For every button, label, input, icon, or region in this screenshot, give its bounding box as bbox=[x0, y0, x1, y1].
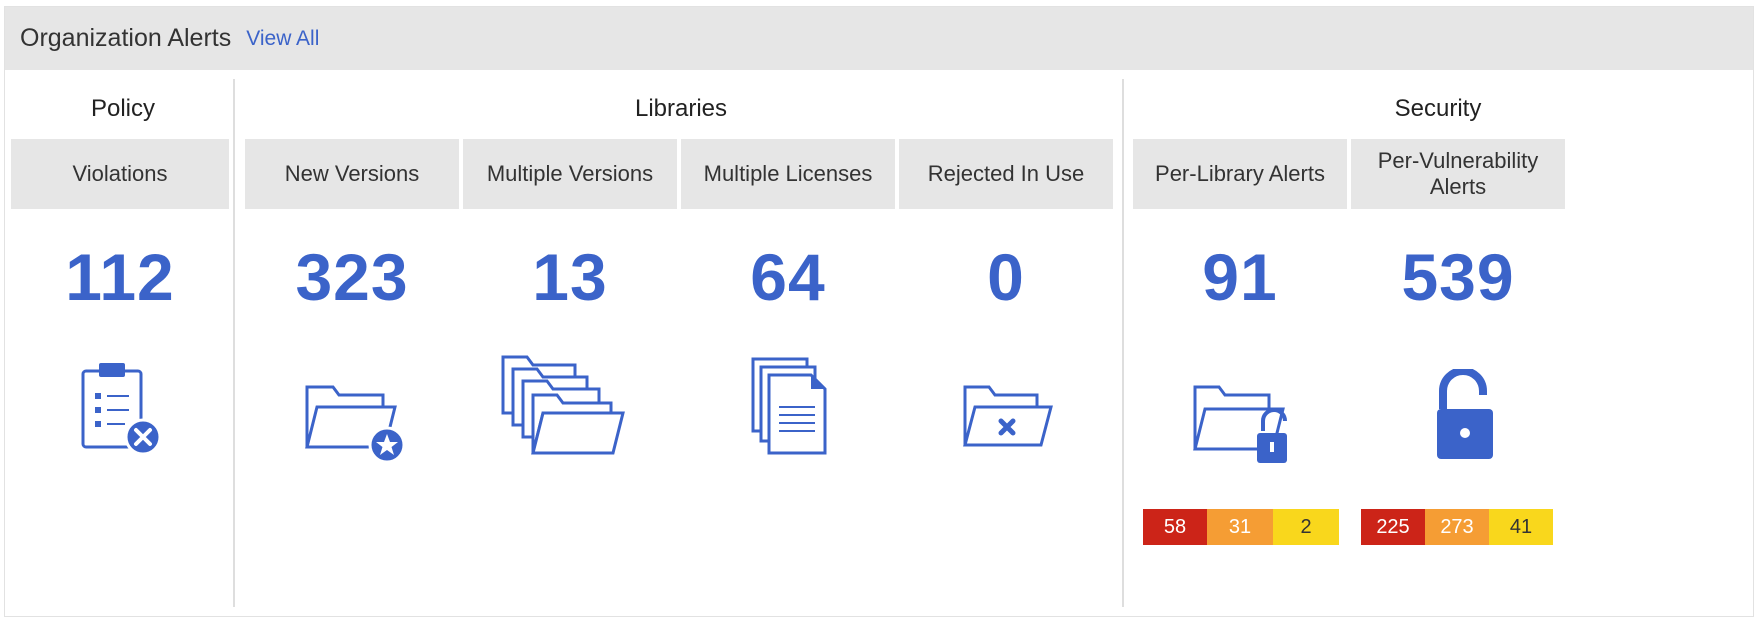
column-header-per-library-alerts[interactable]: Per-Library Alerts bbox=[1133, 139, 1347, 209]
severity-medium-count[interactable]: 31 bbox=[1207, 509, 1273, 545]
column-header-per-vulnerability-alerts[interactable]: Per-Vulnerability Alerts bbox=[1351, 139, 1565, 209]
group-title-security: Security bbox=[1394, 95, 1482, 122]
folder-unlocked-icon bbox=[1193, 385, 1287, 463]
multiple-licenses-count[interactable]: 64 bbox=[681, 239, 895, 315]
stacked-documents-icon bbox=[751, 357, 827, 455]
unlocked-padlock-icon bbox=[1437, 369, 1493, 459]
group-title-policy: Policy bbox=[90, 95, 156, 122]
column-header-label-line1: Per-Vulnerability bbox=[1377, 147, 1539, 173]
violations-count[interactable]: 112 bbox=[11, 239, 229, 315]
severity-low-count[interactable]: 41 bbox=[1489, 509, 1553, 545]
group-title-libraries: Libraries bbox=[634, 95, 728, 122]
divider bbox=[233, 79, 235, 607]
folder-x-icon bbox=[963, 385, 1053, 447]
folder-star-icon bbox=[305, 385, 406, 464]
column-header-rejected-in-use[interactable]: Rejected In Use bbox=[899, 139, 1113, 209]
column-header-multiple-licenses[interactable]: Multiple Licenses bbox=[681, 139, 895, 209]
divider bbox=[1122, 79, 1124, 607]
organization-alerts-panel: Organization Alerts View All Policy Libr… bbox=[4, 6, 1754, 617]
panel-header: Organization Alerts View All bbox=[5, 7, 1753, 70]
panel-title: Organization Alerts bbox=[20, 24, 232, 52]
new-versions-count[interactable]: 323 bbox=[245, 239, 459, 315]
column-header-new-versions[interactable]: New Versions bbox=[245, 139, 459, 209]
view-all-link[interactable]: View All bbox=[246, 27, 319, 51]
per-library-alerts-count[interactable]: 91 bbox=[1133, 239, 1347, 315]
per-library-severity-bar: 58 31 2 bbox=[1143, 509, 1339, 545]
column-header-violations[interactable]: Violations bbox=[11, 139, 229, 209]
stacked-folders-icon bbox=[501, 355, 625, 455]
alert-groups: Policy Libraries Security Violations New… bbox=[5, 77, 1753, 616]
column-header-multiple-versions[interactable]: Multiple Versions bbox=[463, 139, 677, 209]
severity-high-count[interactable]: 58 bbox=[1143, 509, 1207, 545]
severity-low-count[interactable]: 2 bbox=[1273, 509, 1339, 545]
clipboard-x-icon bbox=[81, 363, 162, 456]
severity-medium-count[interactable]: 273 bbox=[1425, 509, 1489, 545]
column-header-label-line2: Alerts bbox=[1429, 174, 1487, 199]
multiple-versions-count[interactable]: 13 bbox=[463, 239, 677, 315]
severity-high-count[interactable]: 225 bbox=[1361, 509, 1425, 545]
per-vulnerability-severity-bar: 225 273 41 bbox=[1361, 509, 1553, 545]
per-vulnerability-alerts-count[interactable]: 539 bbox=[1351, 239, 1565, 315]
rejected-in-use-count[interactable]: 0 bbox=[899, 239, 1113, 315]
